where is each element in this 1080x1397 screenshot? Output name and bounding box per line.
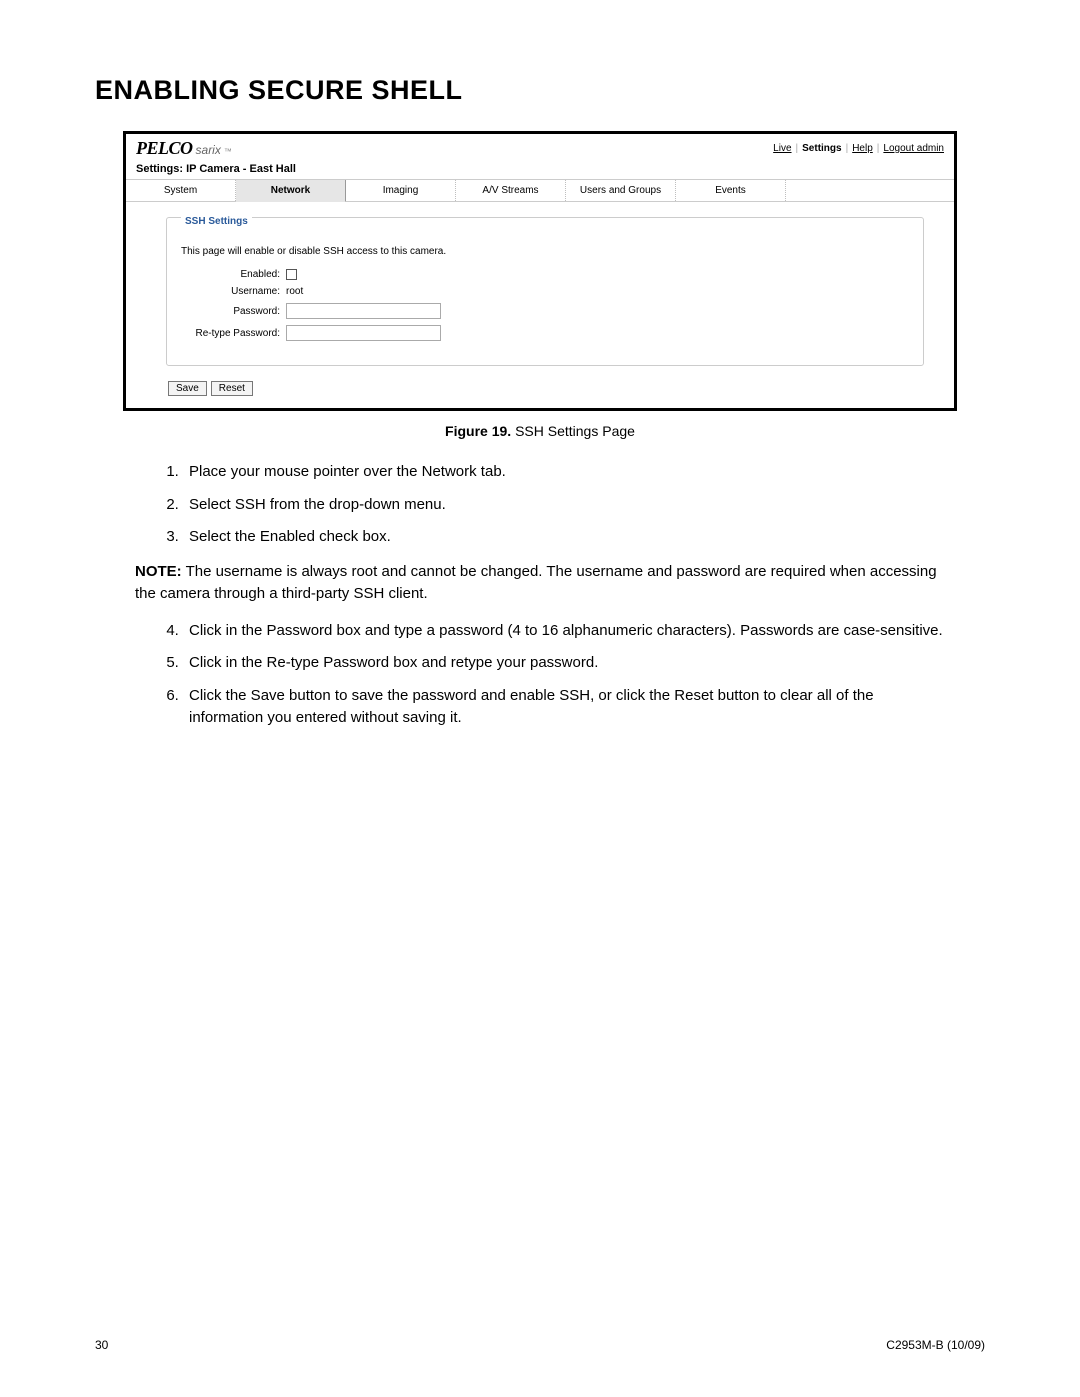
ssh-settings-fieldset: SSH Settings This page will enable or di…: [166, 217, 924, 366]
tab-system[interactable]: System: [126, 180, 236, 201]
instructions: Place your mouse pointer over the Networ…: [95, 461, 985, 730]
enabled-row: Enabled:: [181, 269, 909, 280]
help-link[interactable]: Help: [852, 143, 873, 154]
settings-screenshot: PELCO sarix ™ Live | Settings | Help | L…: [123, 131, 957, 411]
tab-events[interactable]: Events: [676, 180, 786, 201]
figure-caption: Figure 19. SSH Settings Page: [95, 423, 985, 439]
ssh-legend: SSH Settings: [181, 216, 252, 227]
enabled-label: Enabled:: [181, 269, 286, 280]
separator: |: [796, 143, 799, 154]
step-item: Select the Enabled check box.: [183, 526, 945, 549]
enabled-checkbox[interactable]: [286, 269, 297, 280]
tab-av-streams[interactable]: A/V Streams: [456, 180, 566, 201]
save-button[interactable]: Save: [168, 381, 207, 396]
page-footer: 30 C2953M-B (10/09): [95, 1338, 985, 1352]
password-row: Password:: [181, 303, 909, 319]
reset-button[interactable]: Reset: [211, 381, 253, 396]
tab-users-groups[interactable]: Users and Groups: [566, 180, 676, 201]
step-item: Click in the Password box and type a pas…: [183, 620, 945, 643]
username-value: root: [286, 286, 303, 297]
step-item: Place your mouse pointer over the Networ…: [183, 461, 945, 484]
page-number: 30: [95, 1338, 108, 1352]
step-item: Click the Save button to save the passwo…: [183, 685, 945, 730]
step-item: Select SSH from the drop-down menu.: [183, 494, 945, 517]
settings-link[interactable]: Settings: [802, 143, 841, 154]
logout-link[interactable]: Logout admin: [883, 143, 944, 154]
tab-bar: System Network Imaging A/V Streams Users…: [126, 180, 954, 202]
logo-tm: ™: [224, 147, 232, 156]
tab-network[interactable]: Network: [236, 180, 346, 202]
step-item: Click in the Re-type Password box and re…: [183, 652, 945, 675]
top-links: Live | Settings | Help | Logout admin: [773, 143, 944, 154]
figure-label: Figure 19.: [445, 423, 511, 439]
live-link[interactable]: Live: [773, 143, 791, 154]
logo-pelco: PELCO: [136, 138, 193, 159]
retype-password-row: Re-type Password:: [181, 325, 909, 341]
username-label: Username:: [181, 286, 286, 297]
username-row: Username: root: [181, 286, 909, 297]
screenshot-body: SSH Settings This page will enable or di…: [126, 202, 954, 408]
screenshot-header: PELCO sarix ™ Live | Settings | Help | L…: [126, 134, 954, 161]
note-text: The username is always root and cannot b…: [135, 563, 937, 603]
ssh-description: This page will enable or disable SSH acc…: [181, 246, 909, 257]
separator: |: [877, 143, 880, 154]
steps-list-a: Place your mouse pointer over the Networ…: [135, 461, 945, 549]
note: NOTE: The username is always root and ca…: [135, 561, 945, 606]
figure-text: SSH Settings Page: [511, 423, 635, 439]
logo-sarix: sarix: [196, 143, 221, 157]
button-row: Save Reset: [166, 381, 924, 396]
password-input[interactable]: [286, 303, 441, 319]
tab-spacer: [786, 180, 954, 201]
retype-password-input[interactable]: [286, 325, 441, 341]
password-label: Password:: [181, 306, 286, 317]
doc-id: C2953M-B (10/09): [886, 1338, 985, 1352]
brand-logo: PELCO sarix ™: [136, 138, 232, 159]
tab-imaging[interactable]: Imaging: [346, 180, 456, 201]
page-title: ENABLING SECURE SHELL: [95, 75, 985, 106]
steps-list-b: Click in the Password box and type a pas…: [135, 620, 945, 730]
breadcrumb: Settings: IP Camera - East Hall: [126, 161, 954, 180]
retype-password-label: Re-type Password:: [181, 328, 286, 339]
separator: |: [846, 143, 849, 154]
note-label: NOTE:: [135, 563, 182, 580]
